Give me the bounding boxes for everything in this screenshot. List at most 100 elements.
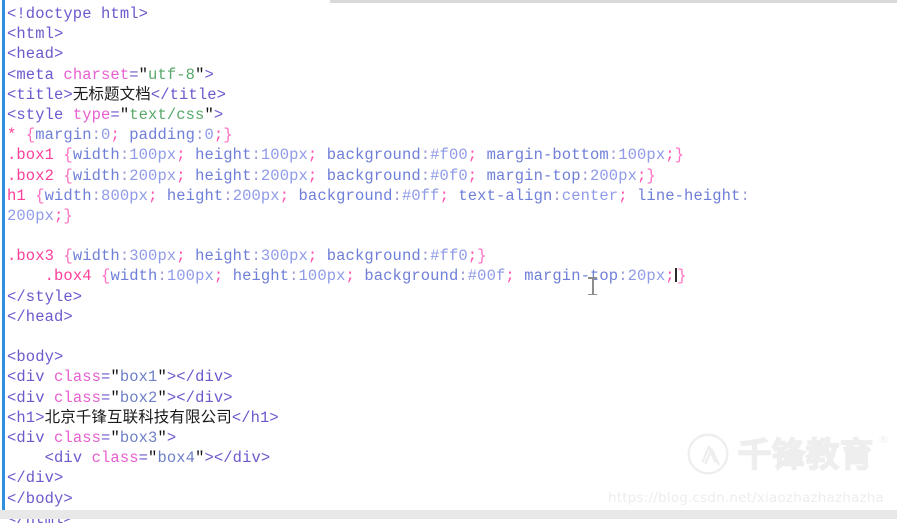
code-line-div-box3-close[interactable]: </div>	[7, 468, 897, 488]
code-token-val: 200px	[232, 186, 280, 205]
code-token-colon: :	[420, 146, 431, 165]
code-line-html-open[interactable]: <html>	[7, 24, 897, 44]
code-editor-window: <!doctype html> <html> <head> <meta charset…	[0, 0, 897, 528]
code-line-div-box3-open[interactable]: <div class="box3">	[7, 428, 897, 448]
code-line-blank-1[interactable]	[7, 226, 897, 246]
code-token-prop: width	[44, 186, 92, 205]
code-token-prop: margin	[35, 126, 92, 145]
code-token-colon: :	[251, 146, 261, 165]
code-line-body-open[interactable]: <body>	[7, 347, 897, 367]
code-token-colon: :	[420, 166, 431, 185]
code-line-css-h1-part2[interactable]: 200px;}	[7, 206, 897, 226]
code-line-div-box2[interactable]: <div class="box2"></div>	[7, 388, 897, 408]
code-token-semi: ;	[467, 166, 478, 185]
code-line-head-close[interactable]: </head>	[7, 307, 897, 327]
code-token-val: 800px	[101, 186, 149, 205]
code-token-tag: <div	[7, 388, 55, 407]
code-token-semi: ;	[213, 267, 224, 286]
code-line-head-open[interactable]: <head>	[7, 44, 897, 64]
code-line-style-close[interactable]: </style>	[7, 287, 897, 307]
code-token-val: 0	[204, 126, 214, 145]
code-token-semi: ;	[176, 247, 186, 266]
code-line-title[interactable]: <title>无标题文档</title>	[7, 85, 897, 105]
code-token-val: 100px	[129, 146, 177, 165]
code-token-semi: ;	[345, 267, 355, 286]
code-token-attr: class	[54, 388, 102, 407]
code-line-css-box4[interactable]: .box4 {width:100px; height:100px; backgr…	[7, 266, 897, 286]
code-token-prop: height	[166, 186, 224, 205]
code-token-attr: type	[72, 105, 111, 124]
code-line-body-close[interactable]: </body>	[7, 489, 897, 509]
code-token-brace: }	[63, 206, 73, 225]
code-token-colon: :	[119, 146, 130, 165]
code-line-css-universal[interactable]: * {margin:0; padding:0;}	[7, 125, 897, 145]
code-token-brace: {	[25, 126, 36, 145]
code-line-div-box4[interactable]: <div class="box4"></div>	[7, 448, 897, 468]
code-token-val: 300px	[129, 247, 177, 266]
code-token-quote: "	[110, 388, 120, 407]
code-token-colon: :	[119, 166, 130, 185]
code-token-tag: </head>	[7, 307, 73, 326]
code-token-tag: <div	[44, 449, 92, 468]
code-token-semi: ;	[637, 166, 647, 185]
code-text-area[interactable]: <!doctype html> <html> <head> <meta charset…	[0, 0, 897, 528]
code-token-tag: <style	[7, 105, 73, 124]
code-line-css-box1[interactable]: .box1 {width:100px; height:100px; backgr…	[7, 145, 897, 165]
code-token-quote: "	[157, 368, 167, 387]
code-token-semi: ;	[176, 146, 186, 165]
code-token-semi: ;	[467, 247, 478, 266]
code-token-strblue: box4	[157, 449, 196, 468]
code-token-tag: <h1>	[7, 408, 45, 427]
code-token-quote: "	[110, 428, 120, 447]
code-token-brace: }	[674, 146, 685, 165]
code-token-val: 100px	[298, 267, 346, 286]
code-token-colon: :	[91, 126, 102, 145]
code-token-prop: height	[195, 166, 252, 185]
code-token-colon: :	[458, 267, 468, 286]
code-token-val: 100px	[166, 267, 214, 286]
code-token-tag: ></div>	[166, 368, 233, 387]
code-line-div-box1[interactable]: <div class="box1"></div>	[7, 367, 897, 387]
code-line-blank-2[interactable]	[7, 327, 897, 347]
code-token-strblue: box3	[119, 428, 158, 447]
code-line-css-box2[interactable]: .box2 {width:200px; height:200px; backgr…	[7, 166, 897, 186]
code-line-css-h1-part1[interactable]: h1 {width:800px; height:200px; backgroun…	[7, 186, 897, 206]
code-token-semi: ;	[307, 247, 318, 266]
code-token-tag: ></div>	[204, 449, 271, 468]
code-token-sel: .box1	[7, 146, 55, 165]
code-token-val: #f00	[430, 146, 468, 165]
code-token-quote: "	[110, 368, 120, 387]
code-token-tag: <div	[7, 428, 55, 447]
code-line-style-open[interactable]: <style type="text/css">	[7, 105, 897, 125]
code-token-tag: <head>	[7, 45, 64, 64]
code-line-meta-charset[interactable]: <meta charset="utf-8">	[7, 65, 897, 85]
code-token-attr: class	[54, 428, 102, 447]
code-line-doctype[interactable]: <!doctype html>	[7, 4, 897, 24]
code-line-h1-content[interactable]: <h1>北京千锋互联科技有限公司</h1>	[7, 408, 897, 428]
code-token-val: 300px	[260, 247, 308, 266]
code-token-tag: <title>	[7, 85, 73, 104]
code-token-colon: :	[119, 247, 130, 266]
code-token-tag: >	[166, 428, 177, 447]
code-token-prop: margin-top	[486, 166, 581, 185]
code-token-tag: =	[138, 449, 149, 468]
code-token-semi: ;	[665, 146, 675, 165]
code-line-css-box3[interactable]: .box3 {width:300px; height:300px; backgr…	[7, 246, 897, 266]
code-token-val: #00f	[467, 267, 506, 286]
code-token-colon: :	[251, 247, 261, 266]
code-token-semi: ;	[213, 126, 224, 145]
code-token-colon: :	[608, 146, 619, 165]
code-token-val: 100px	[260, 146, 308, 165]
code-token-semi: ;	[467, 146, 478, 165]
